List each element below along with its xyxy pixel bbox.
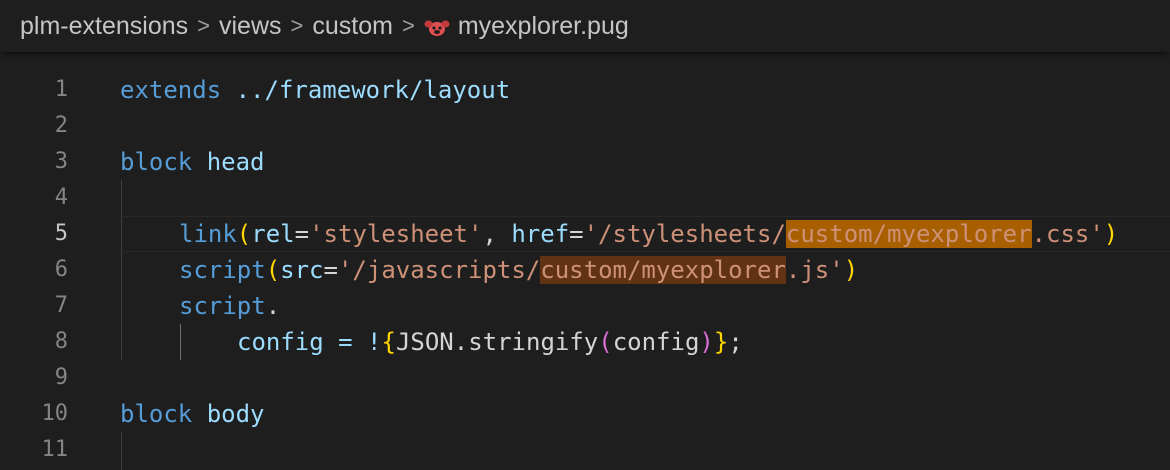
line-number: 10 [41,401,69,426]
code-line[interactable]: 4 [0,180,1170,216]
paren: ( [236,220,252,248]
line-number: 5 [54,221,68,246]
code-text: config [612,328,700,356]
code-line[interactable]: 3 block head [0,144,1170,180]
chevron-right-icon: > [290,13,304,38]
pug-icon [424,16,450,36]
attr-name: rel [251,220,295,248]
paren: ( [265,256,281,284]
comma: , [482,220,512,248]
code-line[interactable]: 2 [0,108,1170,144]
line-code: link(rel='stylesheet', href='/stylesheet… [179,216,1118,252]
line-number: 7 [54,293,68,318]
path-text: ../framework/layout [221,76,511,104]
attr-name: src [280,256,324,284]
line-number: 1 [54,77,68,102]
line-number: 11 [41,437,69,462]
equals: = [569,220,584,248]
code-text: config = ! [237,328,382,356]
breadcrumb-item-views[interactable]: views [219,12,282,41]
line-number: 9 [54,365,68,390]
paren: ) [699,328,714,356]
breadcrumb-item-custom[interactable]: custom [312,12,393,41]
line-code: script(src='/javascripts/custom/myexplor… [179,252,858,288]
breadcrumb: plm-extensions > views > custom > myexpl… [0,0,1170,52]
line-code: block head [120,144,265,180]
line-number: 8 [54,329,68,354]
paren: ) [843,256,859,284]
block-name: body [192,400,265,428]
attr-value: .css' [1031,220,1104,248]
code-line[interactable]: 8 config = !{JSON.stringify(config)}; [0,324,1170,360]
equals: = [323,256,338,284]
tag-name: link [179,220,237,248]
chevron-right-icon: > [401,13,415,38]
selection-highlight: custom/myexplorer [785,220,1032,248]
code-line[interactable]: 1 extends ../framework/layout [0,72,1170,108]
code-line[interactable]: 9 [0,360,1170,396]
line-code: extends ../framework/layout [120,72,510,108]
line-code: script. [179,288,280,324]
chevron-right-icon: > [197,13,210,38]
paren: ( [598,328,613,356]
keyword: extends [120,76,222,104]
attr-name: href [511,220,570,248]
tag-name: script [179,256,266,284]
brace: } [713,328,729,356]
breadcrumb-item-plm-extensions[interactable]: plm-extensions [20,12,188,41]
code-line[interactable]: 11 [0,432,1170,468]
block-name: head [192,148,265,176]
attr-value: '/javascripts/ [337,256,541,284]
line-number: 2 [54,113,68,138]
attr-value: 'stylesheet' [309,220,483,248]
code-text: JSON.stringify [395,328,599,356]
brace: { [381,328,396,356]
code-line[interactable]: 7 script. [0,288,1170,324]
keyword: block [120,148,193,176]
keyword: block [120,400,193,428]
attr-value: .js' [785,256,844,284]
line-code: block body [120,396,265,432]
code-line[interactable]: 10 block body [0,396,1170,432]
match-highlight: custom/myexplorer [540,256,786,284]
attr-value: '/stylesheets/ [583,220,786,248]
line-number: 4 [54,185,68,210]
line-number: 3 [54,149,68,174]
paren: ) [1103,220,1119,248]
code-line-active[interactable]: 5 link(rel='stylesheet', href='/styleshe… [0,216,1170,252]
line-code: config = !{JSON.stringify(config)}; [237,324,743,360]
code-line[interactable]: 6 script(src='/javascripts/custom/myexpl… [0,252,1170,288]
line-number: 6 [54,257,68,282]
semicolon: ; [728,328,743,356]
breadcrumb-file-name[interactable]: myexplorer.pug [458,12,629,41]
equals: = [294,220,310,248]
tag-name: script [179,292,266,320]
dot: . [265,292,281,320]
code-editor[interactable]: 1 extends ../framework/layout 2 3 block … [0,72,1170,470]
